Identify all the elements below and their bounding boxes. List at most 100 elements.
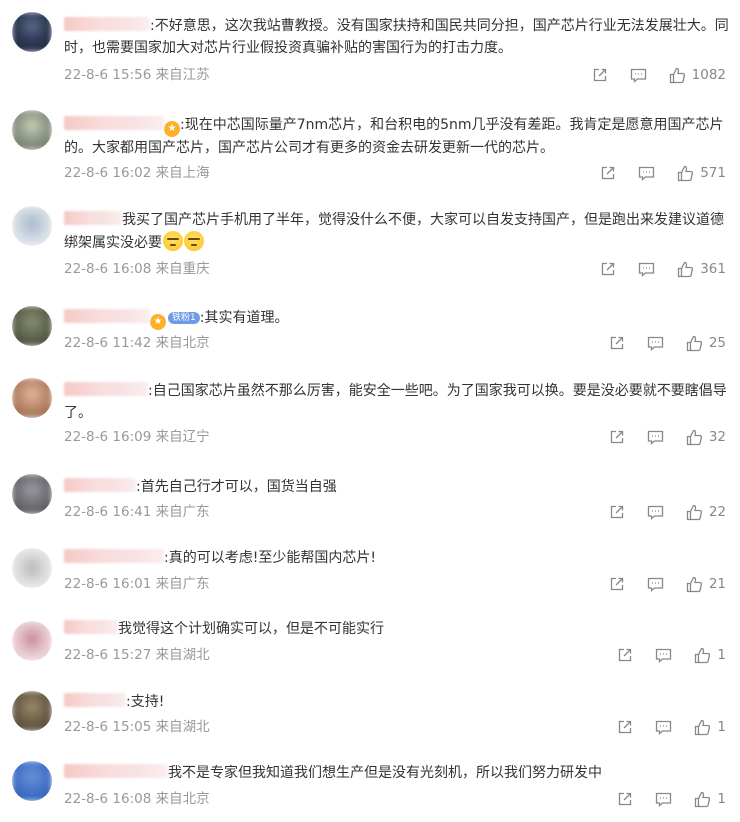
- comment-text: :其实有道理。: [199, 310, 289, 326]
- username[interactable]: [64, 211, 122, 225]
- like-button[interactable]: 571: [677, 165, 726, 182]
- avatar[interactable]: [12, 12, 52, 52]
- share-icon: [610, 336, 623, 350]
- share-icon: [619, 648, 632, 662]
- emoji-icon: [163, 231, 183, 251]
- reply-button[interactable]: [655, 719, 672, 735]
- like-button[interactable]: 22: [686, 504, 726, 521]
- avatar[interactable]: [12, 306, 52, 346]
- comment-meta: 22-8-6 11:42 来自北京: [64, 334, 210, 352]
- username[interactable]: [64, 478, 136, 492]
- comment-actions: 1: [617, 790, 726, 808]
- share-button[interactable]: [609, 335, 625, 351]
- reply-button[interactable]: [647, 504, 664, 520]
- like-count: 361: [700, 261, 726, 277]
- comment-icon: [656, 648, 672, 663]
- like-button[interactable]: 1: [694, 719, 726, 736]
- reply-button[interactable]: [647, 576, 664, 592]
- share-button[interactable]: [609, 429, 625, 445]
- like-button[interactable]: 1: [694, 791, 726, 808]
- username[interactable]: [64, 693, 126, 707]
- reply-button[interactable]: [647, 335, 664, 351]
- share-button[interactable]: [609, 504, 625, 520]
- comment-meta: 22-8-6 16:08 来自北京: [64, 790, 210, 808]
- like-count: 25: [708, 335, 726, 351]
- like-count: 32: [708, 429, 726, 445]
- avatar[interactable]: [12, 378, 52, 418]
- comment-item: ★:现在中芯国际量产7nm芯片，和台积电的5nm几乎没有差距。我肯定是愿意用国产…: [0, 96, 740, 192]
- avatar[interactable]: [12, 621, 52, 661]
- username[interactable]: [64, 549, 164, 563]
- comment-text: :不好意思，这次我站曹教授。没有国家扶持和国民共同分担，国产芯片行业无法发展壮大…: [64, 18, 729, 56]
- comment-meta: 22-8-6 15:05 来自湖北: [64, 718, 210, 736]
- comment-location: 来自湖北: [155, 719, 210, 735]
- comment-actions: 1: [617, 646, 726, 664]
- avatar[interactable]: [12, 691, 52, 731]
- username[interactable]: [64, 620, 118, 634]
- like-count: 21: [708, 576, 726, 592]
- thumbs-up-icon: [695, 719, 711, 735]
- reply-button[interactable]: [638, 261, 655, 277]
- share-button[interactable]: [617, 647, 633, 663]
- username[interactable]: [64, 382, 148, 396]
- comment-date: 22-8-6 16:09: [64, 429, 152, 445]
- like-button[interactable]: 361: [677, 261, 726, 278]
- share-button[interactable]: [600, 165, 616, 181]
- avatar[interactable]: [12, 474, 52, 514]
- comment-date: 22-8-6 16:08: [64, 791, 152, 807]
- share-icon: [610, 577, 623, 591]
- comment-icon: [656, 792, 672, 807]
- share-icon: [619, 792, 632, 806]
- reply-button[interactable]: [638, 165, 655, 181]
- like-button[interactable]: 25: [686, 335, 726, 352]
- username[interactable]: [64, 309, 150, 323]
- like-count: 22: [708, 504, 726, 520]
- share-icon: [610, 505, 623, 519]
- share-icon: [610, 430, 623, 444]
- avatar[interactable]: [12, 110, 52, 150]
- avatar[interactable]: [12, 206, 52, 246]
- comment-location: 来自湖北: [155, 647, 210, 663]
- comment-meta: 22-8-6 15:56 来自江苏: [64, 66, 210, 84]
- vip-icon: ★: [164, 121, 180, 137]
- share-button[interactable]: [592, 67, 608, 83]
- avatar[interactable]: [12, 548, 52, 588]
- like-button[interactable]: 1: [694, 647, 726, 664]
- comment-meta: 22-8-6 16:08 来自重庆: [64, 260, 210, 278]
- share-button[interactable]: [617, 719, 633, 735]
- username[interactable]: [64, 764, 168, 778]
- reply-button[interactable]: [630, 67, 647, 83]
- username[interactable]: [64, 116, 164, 130]
- comment-date: 22-8-6 16:02: [64, 165, 152, 181]
- like-button[interactable]: 21: [686, 576, 726, 593]
- comment-icon: [647, 505, 663, 520]
- comment-location: 来自广东: [155, 504, 210, 520]
- comment-location: 来自广东: [155, 576, 210, 592]
- share-button[interactable]: [600, 261, 616, 277]
- comment-actions: 571: [600, 164, 726, 182]
- reply-button[interactable]: [655, 647, 672, 663]
- comment-date: 22-8-6 11:42: [64, 335, 152, 351]
- like-count: 1: [717, 719, 726, 735]
- like-button[interactable]: 1082: [669, 67, 726, 84]
- comment-item: 我买了国产芯片手机用了半年，觉得没什么不便，大家可以自发支持国产，但是跑出来发建…: [0, 192, 740, 292]
- reply-button[interactable]: [655, 791, 672, 807]
- like-count: 1082: [691, 67, 726, 83]
- comment-date: 22-8-6 16:41: [64, 504, 152, 520]
- username[interactable]: [64, 17, 150, 31]
- comment-text-block: ★ 铁粉1:其实有道理。: [64, 307, 732, 330]
- fan-badge: 铁粉1: [168, 312, 200, 324]
- share-button[interactable]: [609, 576, 625, 592]
- comment-location: 来自辽宁: [155, 429, 210, 445]
- comment-item: :首先自己行才可以，国货当自强 22-8-6 16:41 来自广东 22: [0, 464, 740, 536]
- like-count: 1: [717, 791, 726, 807]
- comment-icon: [639, 262, 655, 277]
- comment-item: ★ 铁粉1:其实有道理。 22-8-6 11:42 来自北京 25: [0, 292, 740, 362]
- comment-meta: 22-8-6 16:09 来自辽宁: [64, 428, 210, 446]
- comment-actions: 1: [617, 718, 726, 736]
- like-button[interactable]: 32: [686, 429, 726, 446]
- avatar[interactable]: [12, 761, 52, 801]
- share-button[interactable]: [617, 791, 633, 807]
- thumbs-up-icon: [695, 647, 711, 663]
- reply-button[interactable]: [647, 429, 664, 445]
